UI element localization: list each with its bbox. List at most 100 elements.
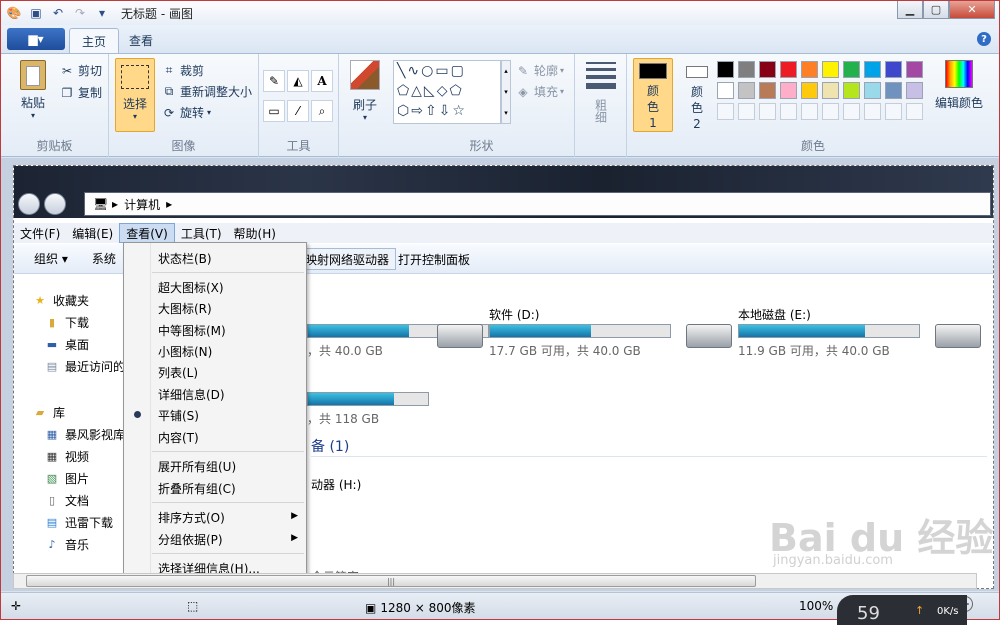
color-picker-icon[interactable]: ⁄: [287, 100, 309, 122]
menu-item-small-icons[interactable]: 小图标(N): [158, 343, 212, 360]
custom-color-slot[interactable]: [864, 103, 881, 120]
address-bar[interactable]: 🖥 ▸ 计算机 ▸: [84, 192, 991, 216]
menu-item-medium-icons[interactable]: 中等图标(M): [158, 322, 226, 339]
tab-home[interactable]: 主页: [69, 28, 120, 53]
magnifier-icon[interactable]: ⌕: [311, 100, 333, 122]
menu-item-xl-icons[interactable]: 超大图标(X): [158, 279, 224, 296]
color-swatch[interactable]: [822, 61, 839, 78]
nav-videos[interactable]: ▦ 视频: [44, 448, 89, 465]
color-swatch[interactable]: [717, 61, 734, 78]
menu-item-large-icons[interactable]: 大图标(R): [158, 300, 212, 317]
menu-view[interactable]: 查看(V): [119, 223, 175, 243]
nav-xunlei[interactable]: ▤ 迅雷下载: [44, 514, 113, 531]
fill-bucket-icon[interactable]: ◭: [287, 70, 309, 92]
rotate-button[interactable]: ⟳ 旋转 ▾: [161, 104, 211, 121]
undo-icon[interactable]: ↶: [49, 4, 67, 22]
map-network-drive-button[interactable]: 映射网络驱动器: [298, 248, 397, 270]
custom-color-slot[interactable]: [759, 103, 776, 120]
color-swatch[interactable]: [780, 82, 797, 99]
nav-music[interactable]: ♪ 音乐: [44, 536, 89, 553]
custom-color-slot[interactable]: [843, 103, 860, 120]
color-swatch[interactable]: [843, 61, 860, 78]
menu-file[interactable]: 文件(F): [14, 223, 66, 243]
color-swatch[interactable]: [738, 82, 755, 99]
outline-button[interactable]: ✎ 轮廓 ▾: [515, 62, 564, 79]
paint-menu-button[interactable]: ▆▾: [7, 28, 65, 50]
menu-item-sort-by[interactable]: 排序方式(O): [158, 509, 225, 526]
help-icon[interactable]: ?: [977, 32, 991, 46]
save-icon[interactable]: ▣: [27, 4, 45, 22]
brushes-button[interactable]: 刷子 ▾: [345, 60, 385, 122]
menu-item-content[interactable]: 内容(T): [158, 429, 199, 446]
color-swatch[interactable]: [864, 61, 881, 78]
tab-view[interactable]: 查看: [117, 28, 165, 53]
forward-button[interactable]: [44, 193, 66, 215]
custom-color-slot[interactable]: [822, 103, 839, 120]
custom-color-slot[interactable]: [906, 103, 923, 120]
pencil-icon[interactable]: ✎: [263, 70, 285, 92]
menu-item-group-by[interactable]: 分组依据(P): [158, 531, 223, 548]
color-swatch[interactable]: [738, 61, 755, 78]
cut-button[interactable]: ✂ 剪切: [59, 62, 102, 79]
shapes-scroll[interactable]: ▴ ▾ ▾: [501, 60, 511, 124]
select-button[interactable]: 选择 ▾: [115, 58, 155, 132]
horizontal-scrollbar[interactable]: |||: [13, 573, 977, 589]
color-swatch[interactable]: [864, 82, 881, 99]
custom-color-slot[interactable]: [717, 103, 734, 120]
scrollbar-thumb[interactable]: |||: [26, 575, 756, 587]
custom-color-slot[interactable]: [780, 103, 797, 120]
menu-item-details[interactable]: 详细信息(D): [158, 386, 225, 403]
organize-button[interactable]: 组织 ▾: [30, 247, 72, 271]
nav-docs[interactable]: ▯ 文档: [44, 492, 89, 509]
drive-e[interactable]: 本地磁盘 (E:) 11.9 GB 可用，共 40.0 GB: [686, 306, 926, 366]
color-swatch[interactable]: [843, 82, 860, 99]
system-properties-button[interactable]: 系统: [88, 247, 120, 271]
customize-qat-icon[interactable]: ▾: [93, 4, 111, 22]
color-swatch[interactable]: [822, 82, 839, 99]
custom-color-slot[interactable]: [801, 103, 818, 120]
dvd-drive-label[interactable]: 动器 (H:): [311, 476, 361, 493]
maximize-button[interactable]: ▢: [923, 1, 949, 19]
color-swatch[interactable]: [780, 61, 797, 78]
menu-item-status-bar[interactable]: 状态栏(B): [158, 250, 212, 267]
back-button[interactable]: [18, 193, 40, 215]
copy-button[interactable]: ❐ 复制: [59, 84, 102, 101]
size-button[interactable]: 粗细: [581, 62, 621, 123]
nav-favorites[interactable]: ★ 收藏夹: [32, 292, 89, 309]
resize-button[interactable]: ⧉ 重新调整大小: [161, 83, 252, 100]
menu-help[interactable]: 帮助(H): [228, 223, 282, 243]
fill-button[interactable]: ◈ 填充 ▾: [515, 83, 564, 100]
menu-tools[interactable]: 工具(T): [175, 223, 228, 243]
paint-app-icon[interactable]: 🎨: [5, 4, 23, 22]
crop-button[interactable]: ⌗ 裁剪: [161, 62, 204, 79]
nav-library[interactable]: ▰ 库: [32, 404, 65, 421]
color-swatch[interactable]: [801, 82, 818, 99]
color2-button[interactable]: 颜色 2: [677, 58, 717, 132]
menu-item-collapse-all[interactable]: 折叠所有组(C): [158, 480, 236, 497]
paste-button[interactable]: 粘贴 ▾: [13, 60, 53, 120]
eraser-icon[interactable]: ▭: [263, 100, 285, 122]
color-swatch[interactable]: [885, 82, 902, 99]
color-swatch[interactable]: [759, 82, 776, 99]
custom-color-slot[interactable]: [885, 103, 902, 120]
color-swatch[interactable]: [906, 61, 923, 78]
color-swatch[interactable]: [759, 61, 776, 78]
nav-downloads[interactable]: ▮ 下载: [44, 314, 89, 331]
menu-edit[interactable]: 编辑(E): [66, 223, 119, 243]
redo-icon[interactable]: ↷: [71, 4, 89, 22]
nav-recent[interactable]: ▤ 最近访问的: [44, 358, 125, 375]
color1-button[interactable]: 颜色 1: [633, 58, 673, 132]
nav-pictures[interactable]: ▧ 图片: [44, 470, 89, 487]
text-tool-icon[interactable]: A: [311, 70, 333, 92]
minimize-button[interactable]: ▁: [897, 1, 923, 19]
nav-storm[interactable]: ▦ 暴风影视库: [44, 426, 125, 443]
shapes-gallery[interactable]: ╲∿○▭▢ ⬠△◺◇⬠ ⬡⇨⇧⇩☆: [393, 60, 501, 124]
color-swatch[interactable]: [885, 61, 902, 78]
open-control-panel-button[interactable]: 打开控制面板: [390, 248, 478, 270]
drive-f[interactable]: [935, 306, 989, 366]
nav-desktop[interactable]: ▬ 桌面: [44, 336, 89, 353]
color-swatch[interactable]: [906, 82, 923, 99]
menu-item-tiles[interactable]: 平铺(S): [158, 407, 199, 424]
color-swatch[interactable]: [801, 61, 818, 78]
drive-d[interactable]: 软件 (D:) 17.7 GB 可用，共 40.0 GB: [437, 306, 677, 366]
